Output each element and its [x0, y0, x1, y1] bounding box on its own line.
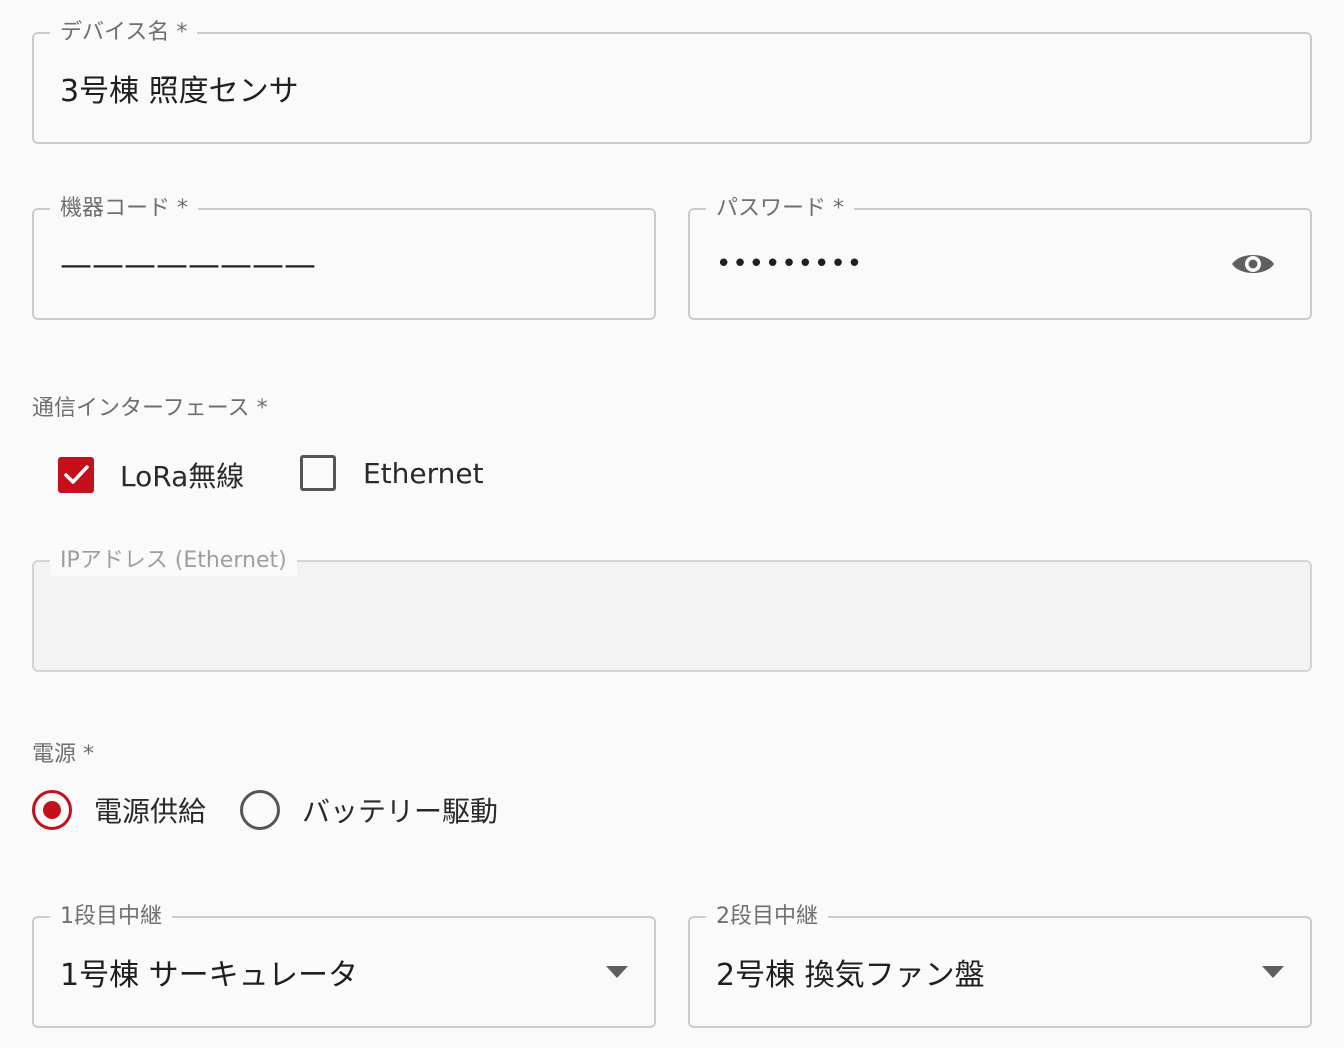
dropdown-arrow-icon[interactable]: [1262, 966, 1284, 978]
relay2-select[interactable]: 2段目中継 2号棟 換気ファン盤: [688, 902, 1312, 1028]
check-icon: [64, 465, 89, 484]
device-name-label: デバイス名 *: [50, 18, 198, 48]
eye-icon[interactable]: [1230, 249, 1276, 279]
checkbox-unchecked[interactable]: [300, 455, 336, 491]
relay1-value: 1号棟 サーキュレータ: [60, 958, 359, 993]
device-name-field[interactable]: デバイス名 * 3号棟 照度センサ: [32, 18, 1312, 144]
power-group-label: 電源 *: [32, 742, 94, 767]
relay2-value: 2号棟 換気ファン盤: [716, 958, 985, 993]
relay1-select[interactable]: 1段目中継 1号棟 サーキュレータ: [32, 902, 656, 1028]
ip-address-label: IPアドレス (Ethernet): [50, 546, 297, 576]
device-code-field[interactable]: 機器コード * ————————: [32, 194, 656, 320]
interface-option-lora-label: LoRa無線: [120, 460, 245, 493]
radio-unselected[interactable]: [240, 790, 280, 830]
power-option-battery[interactable]: バッテリー駆動: [240, 790, 498, 830]
radio-selected[interactable]: [32, 790, 72, 830]
interface-option-ethernet[interactable]: Ethernet: [300, 455, 484, 491]
interface-option-ethernet-label: Ethernet: [363, 456, 484, 490]
device-name-value[interactable]: 3号棟 照度センサ: [60, 66, 299, 110]
power-option-battery-label: バッテリー駆動: [302, 795, 499, 828]
dropdown-arrow-icon[interactable]: [606, 966, 628, 978]
interface-group-label: 通信インターフェース *: [32, 396, 268, 421]
password-field[interactable]: パスワード * •••••••••: [688, 194, 1312, 320]
password-label: パスワード *: [706, 194, 854, 224]
power-option-supply-label: 電源供給: [94, 795, 207, 828]
password-value[interactable]: •••••••••: [716, 249, 863, 279]
device-code-label: 機器コード *: [50, 194, 198, 224]
relay2-label: 2段目中継: [706, 902, 828, 932]
interface-option-lora[interactable]: LoRa無線: [58, 455, 244, 495]
relay1-label: 1段目中継: [50, 902, 172, 932]
power-option-supply[interactable]: 電源供給: [32, 790, 206, 830]
ip-address-field: IPアドレス (Ethernet): [32, 546, 1312, 672]
checkbox-checked[interactable]: [58, 457, 94, 493]
device-code-value[interactable]: ————————: [60, 245, 316, 283]
